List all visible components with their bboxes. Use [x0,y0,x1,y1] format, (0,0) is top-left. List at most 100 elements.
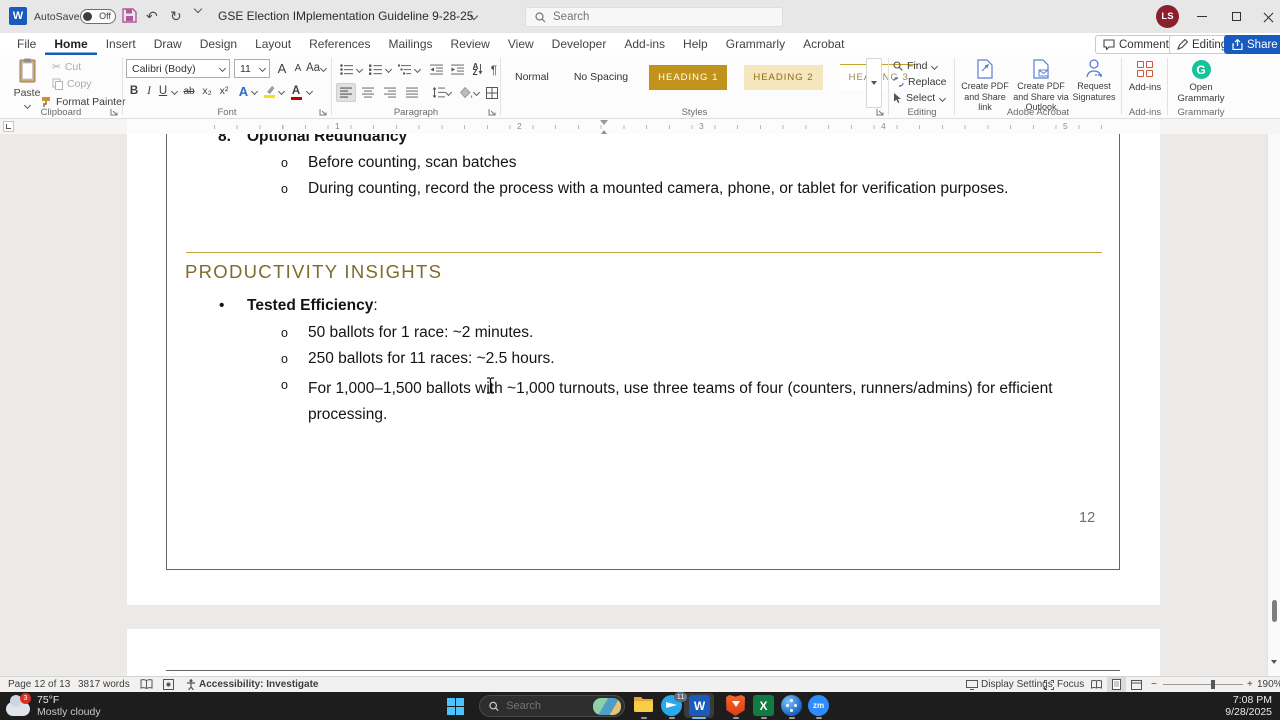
tab-view[interactable]: View [499,33,543,55]
undo-icon[interactable]: ↶ [146,8,158,24]
tab-draw[interactable]: Draw [145,33,191,55]
section-heading[interactable]: PRODUCTIVITY INSIGHTS [185,261,442,283]
taskbar-search[interactable] [479,695,625,717]
style-heading1[interactable]: HEADING 1 [649,64,728,90]
titlebar-search[interactable] [525,7,783,27]
italic-button[interactable]: I [143,81,155,101]
font-color-button[interactable]: A [288,81,304,101]
document-page-13[interactable] [127,629,1160,676]
justify-button[interactable] [402,83,422,102]
shrink-font-button[interactable]: A [291,58,305,78]
scrollbar-thumb[interactable] [1272,600,1277,622]
web-layout-button[interactable] [1127,677,1146,692]
increase-indent-button[interactable] [447,60,467,79]
tab-insert[interactable]: Insert [97,33,145,55]
list-number[interactable]: 8. [218,134,231,146]
tab-developer[interactable]: Developer [543,33,616,55]
document-page-12[interactable]: 8. Optional Redundancy o Before counting… [127,134,1160,605]
doc-line[interactable]: 50 ballots for 1 race: ~2 minutes. [308,324,533,342]
cut-button[interactable]: ✂ Cut [52,61,81,73]
bullets-button[interactable] [336,60,356,79]
file-explorer-icon[interactable] [633,695,654,716]
style-heading2[interactable]: HEADING 2 [744,64,823,90]
zoom-in-button[interactable]: + [1247,679,1253,690]
taskbar-clock[interactable]: 7:08 PM 9/28/2025 [1225,694,1272,718]
zoom-app-icon[interactable]: zm [808,695,829,716]
copy-button[interactable]: Copy [52,78,92,90]
taskbar-search-input[interactable] [506,700,587,712]
styles-dialog-launcher-icon[interactable] [876,108,885,117]
style-normal[interactable]: Normal [511,65,553,89]
tab-acrobat[interactable]: Acrobat [794,33,853,55]
clipboard-dialog-launcher-icon[interactable] [110,108,119,117]
display-settings-button[interactable]: Display Settings [966,679,1053,690]
save-icon[interactable] [122,8,137,23]
doc-line[interactable]: During counting, record the process with… [308,180,1008,198]
tab-addins[interactable]: Add-ins [615,33,674,55]
borders-button[interactable] [482,83,502,102]
doc-line[interactable]: 250 ballots for 11 races: ~2.5 hours. [308,350,555,368]
select-button[interactable]: Select [893,92,946,104]
minimize-button[interactable] [1186,0,1218,33]
weather-widget[interactable]: 3 75°F Mostly cloudy [6,693,101,718]
share-button[interactable]: Share [1224,35,1280,54]
tab-stop-selector[interactable] [3,121,14,132]
word-count[interactable]: 3817 words [78,679,130,690]
autosave-toggle[interactable]: Off [80,9,116,24]
account-avatar[interactable]: LS [1156,5,1179,28]
tab-home[interactable]: Home [45,33,96,55]
align-right-button[interactable] [380,83,400,102]
text-effects-button[interactable]: A [236,81,251,101]
tab-review[interactable]: Review [442,33,499,55]
subscript-button[interactable]: x₂ [199,81,215,101]
search-input[interactable] [553,11,753,23]
vertical-scrollbar[interactable] [1267,134,1280,681]
tab-mailings[interactable]: Mailings [379,33,441,55]
tab-file[interactable]: File [8,33,45,55]
font-dialog-launcher-icon[interactable] [319,108,328,117]
print-layout-button[interactable] [1107,677,1126,692]
align-left-button[interactable] [336,83,356,102]
efficiency-title[interactable]: Tested Efficiency: [247,297,378,315]
list-item-title[interactable]: Optional Redundancy [247,134,407,146]
create-pdf-outlook-button[interactable]: Create PDF and Share via Outlook [1013,57,1069,113]
find-button[interactable]: Find [893,60,938,72]
redo-icon[interactable]: ↻ [170,8,182,24]
style-no-spacing[interactable]: No Spacing [570,65,632,89]
tab-design[interactable]: Design [191,33,246,55]
bullets-chevron-icon[interactable] [356,67,363,72]
font-color-chevron-icon[interactable] [306,89,313,94]
word-taskbar-icon[interactable]: W [689,695,710,716]
open-grammarly-button[interactable]: G Open Grammarly [1168,60,1234,104]
numbering-chevron-icon[interactable] [385,67,392,72]
bold-button[interactable]: B [127,81,141,101]
underline-button[interactable]: U [157,81,169,101]
highlight-button[interactable] [261,81,277,101]
proofing-status-icon[interactable] [140,679,153,690]
macro-record-icon[interactable] [163,679,174,690]
multilevel-list-button[interactable] [394,60,414,79]
accessibility-status[interactable]: Accessibility: Investigate [186,679,319,690]
excel-icon[interactable]: X [753,695,774,716]
paragraph-dialog-launcher-icon[interactable] [488,108,497,117]
font-name-combo[interactable]: Calibri (Body) [126,59,230,78]
styles-more-button[interactable] [866,58,882,108]
doc-line[interactable]: Before counting, scan batches [308,154,517,172]
text-effects-chevron-icon[interactable] [251,89,258,94]
change-case-button[interactable]: Aa [306,58,324,78]
restore-button[interactable] [1220,0,1252,33]
zoom-out-button[interactable]: − [1151,679,1157,690]
align-center-button[interactable] [358,83,378,102]
addins-button[interactable]: Add-ins [1122,61,1168,93]
create-pdf-share-link-button[interactable]: Create PDF and Share link [957,57,1013,113]
tab-grammarly[interactable]: Grammarly [717,33,794,55]
grow-font-button[interactable]: A [274,58,290,78]
decrease-indent-button[interactable] [426,60,446,79]
tab-references[interactable]: References [300,33,379,55]
focus-button[interactable]: Focus [1044,679,1084,690]
page-indicator[interactable]: Page 12 of 13 [8,679,70,690]
customize-qat-icon[interactable] [194,6,204,22]
numbering-button[interactable] [365,60,385,79]
word-app-icon[interactable]: W [9,7,27,25]
zoom-slider-thumb[interactable] [1211,680,1215,689]
